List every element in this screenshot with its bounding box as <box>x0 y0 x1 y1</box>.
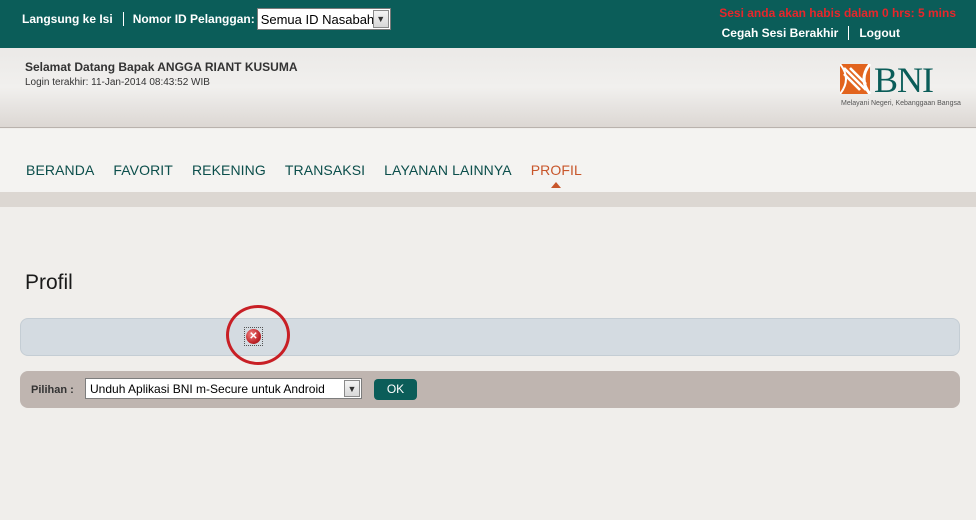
main-nav: BERANDA FAVORIT REKENING TRANSAKSI LAYAN… <box>0 129 976 192</box>
bni-logo-mark-icon <box>840 64 872 94</box>
last-login-text: Login terakhir: 11-Jan-2014 08:43:52 WIB <box>25 77 210 88</box>
option-bar: Pilihan : Unduh Aplikasi BNI m-Secure un… <box>20 371 960 408</box>
nav-item-rekening[interactable]: REKENING <box>192 162 266 178</box>
divider <box>848 26 850 40</box>
nav-item-profil[interactable]: PROFIL <box>531 162 582 188</box>
page-title: Profil <box>25 271 73 294</box>
nav-list: BERANDA FAVORIT REKENING TRANSAKSI LAYAN… <box>26 162 601 188</box>
ok-button[interactable]: OK <box>374 379 417 400</box>
nav-item-favorit[interactable]: FAVORIT <box>113 162 173 178</box>
customer-id-select[interactable]: Semua ID Nasabah ▼ <box>256 8 391 30</box>
message-bar <box>20 318 960 356</box>
error-indicator: ✕ <box>226 305 290 365</box>
prevent-session-end-link[interactable]: Cegah Sesi Berakhir <box>722 26 839 40</box>
top-bar-left: Langsung ke Isi Nomor ID Pelanggan: Semu… <box>22 8 391 30</box>
bni-logo: BNI Melayani Negeri, Kebanggaan Bangsa <box>840 60 965 112</box>
top-bar: Langsung ke Isi Nomor ID Pelanggan: Semu… <box>0 0 976 48</box>
divider <box>122 12 124 26</box>
customer-id-label: Nomor ID Pelanggan: <box>132 12 255 26</box>
session-links: Cegah Sesi Berakhir Logout <box>722 26 900 40</box>
logout-link[interactable]: Logout <box>859 26 900 40</box>
nav-item-layanan-lainnya[interactable]: LAYANAN LAINNYA <box>384 162 512 178</box>
customer-id-value: Semua ID Nasabah <box>260 11 375 27</box>
option-select-value: Unduh Aplikasi BNI m-Secure untuk Androi… <box>90 382 325 396</box>
nav-item-beranda[interactable]: BERANDA <box>26 162 94 178</box>
option-select[interactable]: Unduh Aplikasi BNI m-Secure untuk Androi… <box>85 378 362 399</box>
chevron-down-icon[interactable]: ▼ <box>344 380 360 397</box>
skip-to-content-link[interactable]: Langsung ke Isi <box>22 12 113 26</box>
session-warning: Sesi anda akan habis dalam 0 hrs: 5 mins <box>719 6 956 20</box>
sub-nav-bar <box>0 192 976 207</box>
bni-logo-tagline: Melayani Negeri, Kebanggaan Bangsa <box>841 100 961 107</box>
nav-item-transaksi[interactable]: TRANSAKSI <box>285 162 365 178</box>
bni-logo-text: BNI <box>874 60 934 100</box>
error-dot: ✕ <box>246 329 261 344</box>
welcome-text: Selamat Datang Bapak ANGGA RIANT KUSUMA <box>25 60 298 74</box>
option-label: Pilihan : <box>31 384 74 396</box>
error-icon[interactable]: ✕ <box>244 327 263 346</box>
header: Selamat Datang Bapak ANGGA RIANT KUSUMA … <box>0 48 976 128</box>
chevron-down-icon[interactable]: ▼ <box>372 10 389 28</box>
